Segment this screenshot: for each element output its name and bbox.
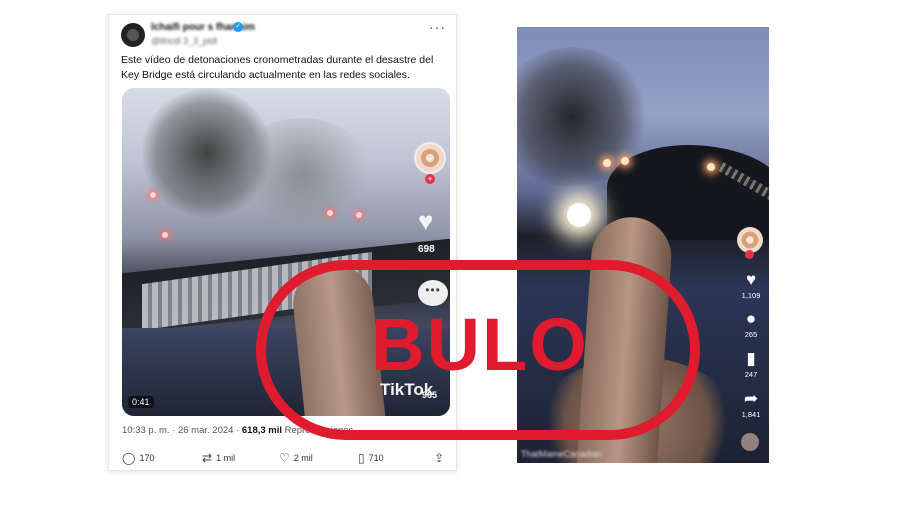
comment-icon: ●: [745, 309, 757, 328]
follow-plus-icon: +: [425, 174, 435, 184]
bookmark-icon: ▮: [746, 349, 756, 368]
music-disc-icon[interactable]: [741, 433, 759, 451]
share-icon: ➦: [743, 389, 759, 408]
tiktok-like-button[interactable]: ♥ 1,109: [731, 270, 769, 301]
tiktok-comment-count: 265: [744, 330, 758, 339]
red-light: [150, 192, 156, 198]
heart-icon: ♥: [745, 270, 757, 289]
tiktok-share-button[interactable]: ➦ 1,841: [731, 389, 769, 420]
video-duration: 0:41: [128, 396, 154, 408]
like-icon: ♡: [279, 451, 290, 465]
retweet-icon: ⇄: [202, 451, 213, 465]
author-handle: @lihcdl 3_3_pidl: [151, 36, 218, 46]
tiktok-username[interactable]: ThatMaineCanadian: [521, 449, 602, 459]
like-button[interactable]: ♡ 2 mil: [279, 451, 313, 465]
more-icon[interactable]: ···: [429, 19, 446, 35]
explosion-flash: [567, 203, 591, 227]
bookmark-button[interactable]: ▯ 710: [358, 451, 384, 465]
share-button[interactable]: ⇪: [434, 451, 444, 465]
reply-icon: ◯: [122, 451, 136, 465]
heart-icon: ♥: [418, 206, 434, 236]
light: [621, 157, 629, 165]
tiktok-like-count: 1,109: [741, 291, 761, 300]
retweet-count: 1 mil: [216, 453, 236, 463]
retweet-button[interactable]: ⇄ 1 mil: [202, 451, 235, 465]
like-count: 2 mil: [293, 453, 313, 463]
bookmark-count: 710: [368, 453, 384, 463]
tiktok-avatar-icon: [414, 142, 446, 174]
fake-stamp-label: BULO: [371, 303, 589, 386]
light: [707, 163, 715, 171]
tiktok-comment-button[interactable]: ● 265: [731, 309, 769, 340]
view-count: 618,3 mil: [241, 425, 283, 436]
avatar[interactable]: [121, 23, 145, 47]
reply-count: 170: [139, 453, 155, 463]
tiktok-bookmark-button[interactable]: ▮ 247: [731, 349, 769, 380]
follow-plus-icon[interactable]: [745, 250, 754, 259]
share-icon: ⇪: [434, 451, 445, 465]
smoke: [232, 118, 372, 228]
light: [603, 159, 611, 167]
red-light: [356, 212, 362, 218]
reply-button[interactable]: ◯ 170: [122, 451, 154, 465]
tiktok-share-count: 1,841: [741, 410, 761, 419]
timestamp[interactable]: 10:33 p. m. · 26 mar. 2024 ·: [122, 425, 239, 436]
red-light: [162, 232, 168, 238]
tiktok-like-count: 698: [418, 244, 435, 255]
tweet-actions: ◯ 170 ⇄ 1 mil ♡ 2 mil ▯ 710 ⇪: [122, 451, 450, 467]
tiktok-bookmark-count: 247: [744, 370, 758, 379]
red-light: [327, 210, 333, 216]
verified-icon: ✓: [233, 22, 243, 32]
tweet-text: Este vídeo de detonaciones cronometradas…: [121, 54, 434, 81]
bookmark-icon: ▯: [358, 451, 365, 465]
